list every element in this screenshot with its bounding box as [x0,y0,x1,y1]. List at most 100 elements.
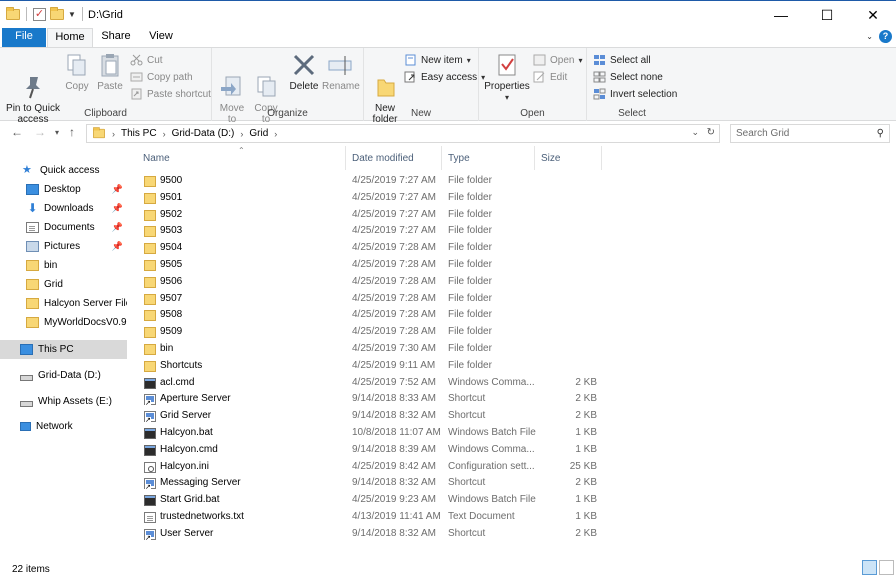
up-arrow-icon[interactable]: ↑ [69,125,75,139]
file-name: Halcyon.cmd [160,443,218,455]
tab-share[interactable]: Share [95,28,137,47]
file-row[interactable]: 9503 4/25/2019 7:27 AM File folder [135,223,605,240]
edit-button[interactable]: Edit [533,69,567,85]
breadcrumb-separator-icon[interactable]: › [112,129,115,139]
open-button[interactable]: Open ▾ [533,52,582,68]
select-none-button[interactable]: Select none [593,69,663,85]
nav-this-pc[interactable]: This PC [0,340,127,359]
help-icon[interactable]: ? [879,30,892,43]
search-icon[interactable]: ⚲ [877,128,884,139]
cut-label: Cut [147,54,163,66]
file-row[interactable]: Grid Server 9/14/2018 8:32 AM Shortcut 2 KB [135,408,605,425]
tab-home[interactable]: Home [47,28,93,48]
forward-arrow-icon[interactable]: → [34,125,46,139]
pin-icon[interactable]: 📌 [112,222,123,233]
file-row[interactable]: 9505 4/25/2019 7:28 AM File folder [135,257,605,274]
file-row[interactable]: 9501 4/25/2019 7:27 AM File folder [135,190,605,207]
file-row[interactable]: User Server 9/14/2018 8:32 AM Shortcut 2 KB [135,526,605,543]
nav-network[interactable]: Network [0,417,127,436]
nav-whip-assets-drive[interactable]: Whip Assets (E:) [0,392,127,411]
copy-path-button[interactable]: Copy path [130,69,193,85]
nav-desktop[interactable]: Desktop 📌 [0,180,127,199]
file-size: 2 KB [575,410,597,422]
expand-ribbon-icon[interactable]: ⌄ [866,32,873,41]
file-row[interactable]: 9506 4/25/2019 7:28 AM File folder [135,274,605,291]
file-row[interactable]: 9504 4/25/2019 7:28 AM File folder [135,240,605,257]
file-row[interactable]: Halcyon.cmd 9/14/2018 8:39 AM Windows Comm… [135,442,605,459]
file-row[interactable]: 9502 4/25/2019 7:27 AM File folder [135,207,605,224]
file-row[interactable]: 9500 4/25/2019 7:27 AM File folder [135,173,605,190]
nav-downloads[interactable]: ⬇ Downloads 📌 [0,199,127,218]
nav-grid[interactable]: Grid [0,275,127,294]
nav-documents[interactable]: Documents 📌 [0,218,127,237]
nav-bin[interactable]: bin [0,256,127,275]
nav-halcyon-server-files[interactable]: Halcyon Server Files [0,294,127,313]
nav-myworlddocs[interactable]: MyWorldDocsV0.9.4 [0,313,127,332]
nav-quick-access[interactable]: ★ Quick access [0,161,127,180]
column-header-name[interactable]: Name [138,146,346,170]
nav-label: Grid [44,279,63,290]
delete-button[interactable]: Delete [288,52,320,92]
tab-file[interactable]: File [2,28,46,47]
paste-shortcut-label: Paste shortcut [147,88,211,100]
select-all-button[interactable]: Select all [593,52,651,68]
paste-shortcut-button[interactable]: Paste shortcut [130,86,211,102]
breadcrumb-this-pc[interactable]: This PC [121,128,157,139]
file-row[interactable]: 9508 4/25/2019 7:28 AM File folder [135,307,605,324]
column-header-size[interactable]: Size [536,146,602,170]
new-item-button[interactable]: New item ▾ [404,52,471,68]
paste-button[interactable]: Paste [96,52,124,92]
nav-grid-data-drive[interactable]: Grid-Data (D:) [0,366,127,385]
customize-toolbar-icon[interactable]: ▼ [68,10,76,19]
pin-icon[interactable]: 📌 [112,184,123,195]
details-view-icon[interactable] [862,560,877,575]
nav-pictures[interactable]: Pictures 📌 [0,237,127,256]
breadcrumb-separator-icon[interactable]: › [274,129,277,139]
column-header-type[interactable]: Type [443,146,535,170]
cut-button[interactable]: Cut [130,52,163,68]
file-row[interactable]: 9509 4/25/2019 7:28 AM File folder [135,324,605,341]
file-date-modified: 10/8/2018 11:07 AM [352,427,441,438]
file-date-modified: 4/25/2019 9:11 AM [352,359,436,371]
maximize-button[interactable]: ☐ [804,1,850,29]
invert-selection-button[interactable]: Invert selection [593,86,677,102]
file-row[interactable]: Halcyon.ini 4/25/2019 8:42 AM Configuratio… [135,459,605,476]
ribbon-right-controls: ⌄ ? [866,30,892,43]
file-row[interactable]: Messaging Server 9/14/2018 8:32 AM Shortcu… [135,475,605,492]
breadcrumb-separator-icon[interactable]: › [240,129,243,139]
close-button[interactable]: ✕ [850,1,896,29]
address-bar[interactable]: › This PC › Grid-Data (D:) › Grid › ⌄ ↻ [86,124,720,143]
pin-icon[interactable]: 📌 [112,241,123,252]
file-row[interactable]: bin 4/25/2019 7:30 AM File folder [135,341,605,358]
file-row[interactable]: trustednetworks.txt 4/13/2019 11:41 AM Tex… [135,509,605,526]
file-row[interactable]: acl.cmd 4/25/2019 7:52 AM Windows Comma...… [135,375,605,392]
paste-icon [97,52,123,78]
column-header-date[interactable]: Date modified [347,146,442,170]
easy-access-button[interactable]: Easy access ▾ [404,69,485,85]
properties-icon[interactable]: ✓ [33,7,46,21]
copy-button[interactable]: Copy [63,52,91,92]
file-name: User Server [160,527,214,539]
address-dropdown-icon[interactable]: ⌄ [691,127,699,138]
breadcrumb-grid[interactable]: Grid [249,128,268,139]
properties-button[interactable]: Properties ▾ [483,52,531,103]
file-row[interactable]: Start Grid.bat 4/25/2019 9:23 AM Windows B… [135,492,605,509]
search-input[interactable]: Search Grid ⚲ [730,124,890,143]
file-name: 9507 [160,292,183,304]
paste-shortcut-icon [130,88,143,100]
file-row[interactable]: Halcyon.bat 10/8/2018 11:07 AM Windows Bat… [135,425,605,442]
file-row[interactable]: 9507 4/25/2019 7:28 AM File folder [135,291,605,308]
file-row[interactable]: Shortcuts 4/25/2019 9:11 AM File folder [135,358,605,375]
back-arrow-icon[interactable]: ← [11,125,23,139]
rename-button[interactable]: Rename [322,52,360,92]
tab-view[interactable]: View [140,28,182,47]
large-icons-view-icon[interactable] [879,560,894,575]
recent-locations-icon[interactable]: ▾ [55,128,59,137]
new-folder-icon[interactable] [50,6,64,20]
pin-icon[interactable]: 📌 [112,203,123,214]
refresh-icon[interactable]: ↻ [707,127,715,138]
minimize-button[interactable]: — [758,1,804,29]
breadcrumb-grid-data[interactable]: Grid-Data (D:) [172,128,235,139]
breadcrumb-separator-icon[interactable]: › [163,129,166,139]
file-row[interactable]: Aperture Server 9/14/2018 8:33 AM Shortcut… [135,391,605,408]
